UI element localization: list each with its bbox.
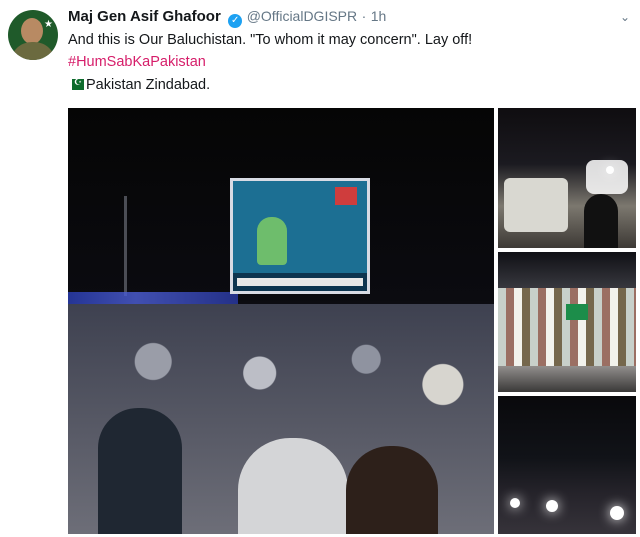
tweet-text-zindabad: Pakistan Zindabad. bbox=[68, 77, 210, 93]
avatar-uniform bbox=[10, 42, 56, 60]
avatar-face bbox=[21, 18, 43, 44]
light-pole bbox=[124, 196, 127, 296]
screen-badge bbox=[335, 187, 357, 205]
crowd-with-flags bbox=[498, 288, 636, 366]
verified-badge-icon: ✓ bbox=[228, 14, 243, 28]
star-icon: ★ bbox=[44, 19, 53, 30]
car-image bbox=[504, 178, 568, 232]
car-headlight bbox=[546, 500, 558, 512]
street-light bbox=[606, 166, 614, 174]
chevron-down-icon[interactable]: ⌄ bbox=[620, 10, 630, 24]
media-gallery[interactable] bbox=[68, 108, 636, 534]
screen-ticker bbox=[237, 278, 363, 286]
tweet-time[interactable]: 1h bbox=[371, 8, 387, 24]
photo-thumbnail-1[interactable] bbox=[498, 108, 636, 248]
car-image bbox=[586, 160, 628, 194]
pakistan-flag-emoji bbox=[68, 77, 84, 90]
person-silhouette bbox=[584, 194, 618, 248]
main-photo[interactable] bbox=[68, 108, 494, 534]
tweet-text: And this is Our Baluchistan. "To whom it… bbox=[68, 32, 473, 48]
car-headlight bbox=[510, 498, 520, 508]
screen-player bbox=[257, 217, 287, 265]
photo-thumbnail-2[interactable] bbox=[498, 252, 636, 392]
user-handle[interactable]: @OfficialDGISPR bbox=[247, 8, 357, 24]
car-headlight bbox=[610, 506, 624, 520]
zindabad-text: Pakistan Zindabad. bbox=[86, 77, 211, 93]
foreground-person-left bbox=[98, 408, 182, 534]
tweet-header: Maj Gen Asif Ghafoor ✓ @OfficialDGISPR ·… bbox=[68, 8, 630, 28]
photo-thumbnail-3[interactable] bbox=[498, 396, 636, 534]
foreground-person-center bbox=[238, 438, 348, 534]
display-name[interactable]: Maj Gen Asif Ghafoor bbox=[68, 8, 221, 25]
pakistan-flag-image bbox=[566, 304, 588, 320]
foreground-person-right bbox=[346, 446, 438, 534]
hashtag-link[interactable]: #HumSabKaPakistan bbox=[68, 54, 206, 70]
separator-dot: · bbox=[361, 8, 367, 24]
outdoor-screen bbox=[230, 178, 370, 294]
avatar[interactable]: ★ bbox=[8, 10, 58, 60]
